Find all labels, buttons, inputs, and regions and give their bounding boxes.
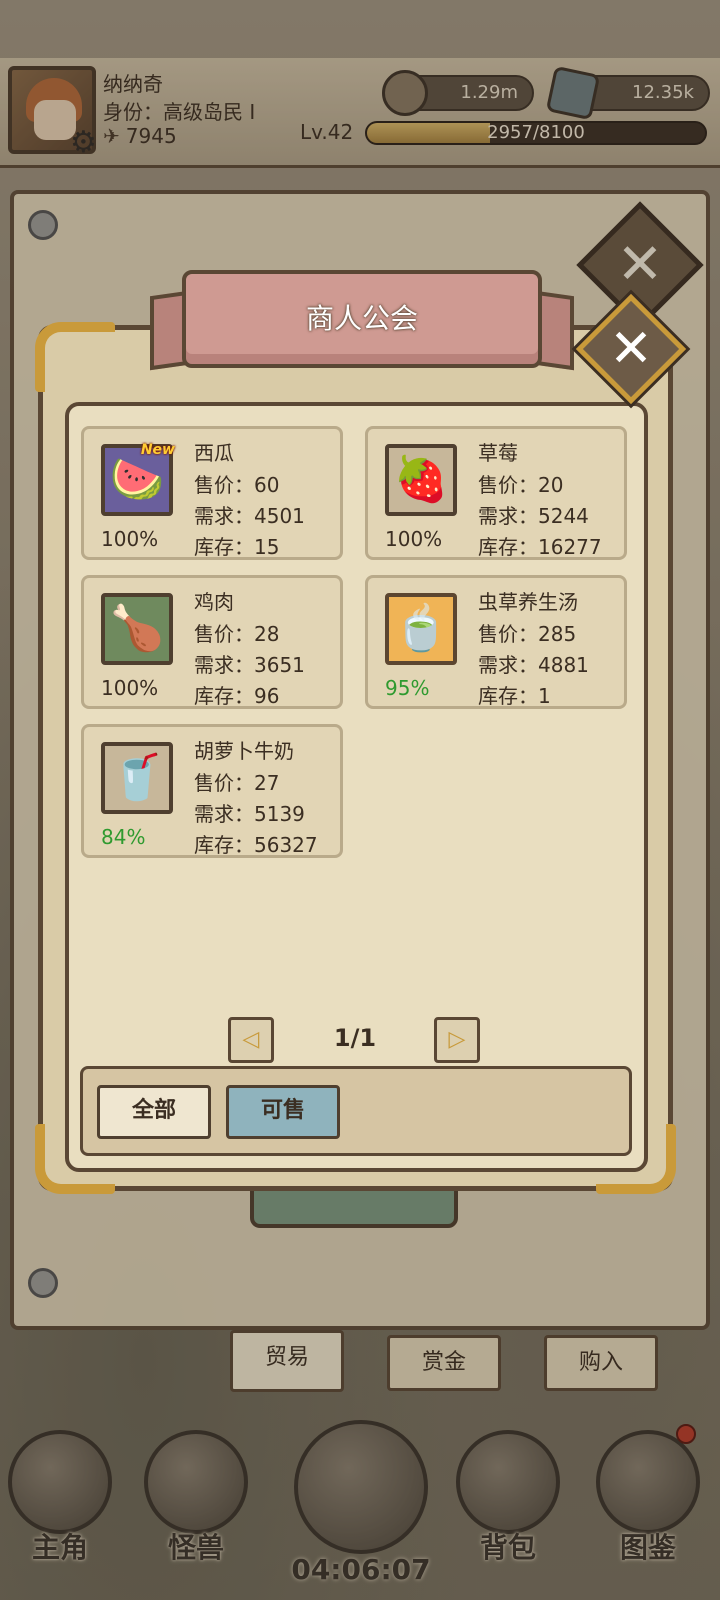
strawberry-glyph: 🍓: [393, 454, 449, 505]
filter-bar: 全部 可售: [80, 1066, 632, 1156]
close-icon: ✕: [609, 319, 653, 379]
item-name: 鸡肉: [194, 590, 234, 614]
watermelon-icon: 🍉 New: [101, 442, 175, 516]
soup-glyph: 🍵: [393, 603, 449, 654]
item-card-soup[interactable]: 🍵 95% 虫草养生汤 售价：285 需求：4881 库存：1: [365, 575, 627, 709]
item-demand: 需求：5244: [478, 504, 589, 528]
item-stock: 库存：15: [194, 535, 280, 559]
chicken-glyph: 🍗: [109, 603, 165, 654]
strawberry-icon: 🍓: [385, 444, 457, 516]
chevron-right-icon: ▷: [448, 1027, 466, 1052]
next-page-button[interactable]: ▷: [434, 1017, 480, 1063]
item-price: 售价：285: [478, 622, 577, 646]
corner-ornament: [35, 322, 115, 392]
item-card-carrot-milk[interactable]: 🥤 84% 胡萝卜牛奶 售价：27 需求：5139 库存：56327: [81, 724, 343, 858]
item-price: 售价：60: [194, 473, 280, 497]
item-demand: 需求：4501: [194, 504, 305, 528]
item-stock: 库存：1: [478, 684, 551, 708]
item-price: 售价：27: [194, 771, 280, 795]
item-demand: 需求：4881: [478, 653, 589, 677]
soup-cup-icon: 🍵: [385, 593, 457, 665]
item-name: 草莓: [478, 441, 518, 465]
carrot-milk-icon: 🥤: [101, 742, 173, 814]
item-stock: 库存：96: [194, 684, 280, 708]
item-percent: 100%: [101, 676, 159, 700]
item-demand: 需求：3651: [194, 653, 305, 677]
chicken-leg-icon: 🍗: [101, 593, 173, 665]
prev-page-button[interactable]: ◁: [228, 1017, 274, 1063]
item-card-watermelon[interactable]: 🍉 New 100% 西瓜 售价：60 需求：4501 库存：15: [81, 426, 343, 560]
item-price: 售价：28: [194, 622, 280, 646]
item-name: 虫草养生汤: [478, 590, 578, 614]
carrot-milk-glyph: 🥤: [109, 752, 165, 803]
item-price: 售价：20: [478, 473, 564, 497]
dialog-title-ribbon: 商人公会: [182, 270, 542, 368]
chevron-left-icon: ◁: [242, 1027, 260, 1052]
item-card-chicken[interactable]: 🍗 100% 鸡肉 售价：28 需求：3651 库存：96: [81, 575, 343, 709]
page-indicator: 1/1: [333, 1024, 377, 1052]
filter-sellable-button[interactable]: 可售: [226, 1085, 340, 1139]
item-percent: 100%: [101, 527, 159, 551]
item-name: 西瓜: [194, 441, 234, 465]
item-percent: 95%: [385, 676, 430, 700]
item-card-strawberry[interactable]: 🍓 100% 草莓 售价：20 需求：5244 库存：16277: [365, 426, 627, 560]
item-stock: 库存：56327: [194, 833, 318, 857]
item-stock: 库存：16277: [478, 535, 602, 559]
item-percent: 84%: [101, 825, 146, 849]
filter-all-button[interactable]: 全部: [97, 1085, 211, 1139]
item-percent: 100%: [385, 527, 443, 551]
item-demand: 需求：5139: [194, 802, 305, 826]
new-badge: New: [140, 442, 175, 458]
dialog-title: 商人公会: [305, 302, 418, 335]
item-name: 胡萝卜牛奶: [194, 739, 294, 763]
